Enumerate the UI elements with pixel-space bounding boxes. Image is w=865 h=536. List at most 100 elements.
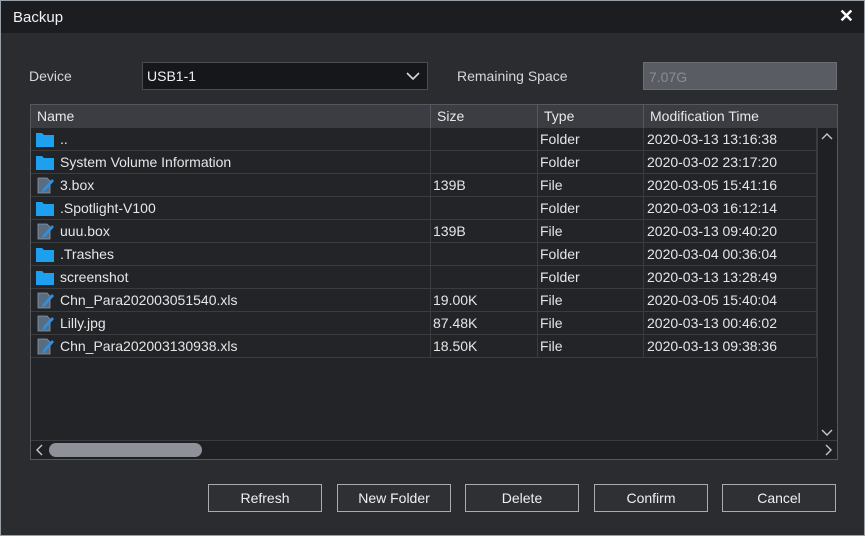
file-name: .Spotlight-V100 (60, 200, 156, 216)
table-row[interactable]: Chn_Para202003130938.xls 18.50K File 2020-0… (31, 335, 817, 358)
cell-modification-time: 2020-03-03 16:12:14 (644, 197, 817, 219)
scroll-right-icon[interactable] (824, 444, 834, 456)
column-header-type[interactable]: Type (538, 105, 644, 128)
remaining-space-field: 7.07G (643, 62, 837, 90)
file-icon (35, 315, 60, 332)
table-row[interactable]: Chn_Para202003051540.xls 19.00K File 2020-0… (31, 289, 817, 312)
table-row[interactable]: .Spotlight-V100 Folder 2020-03-03 16:12:14 (31, 197, 817, 220)
device-select[interactable]: USB1-1 (142, 62, 428, 90)
backup-dialog: Backup ✕ Device USB1-1 Remaining Space 7… (0, 0, 865, 536)
scroll-down-icon[interactable] (821, 428, 833, 438)
cell-type: Folder (538, 151, 644, 173)
cell-type: File (538, 335, 644, 357)
cancel-button[interactable]: Cancel (722, 484, 836, 512)
cell-name: Chn_Para202003130938.xls (31, 335, 431, 357)
table-row[interactable]: .. Folder 2020-03-13 13:16:38 (31, 128, 817, 151)
file-name: uuu.box (60, 223, 110, 239)
table-header: Name Size Type Modification Time (31, 105, 837, 128)
cell-size: 139B (431, 174, 538, 196)
cell-type: Folder (538, 243, 644, 265)
cell-modification-time: 2020-03-02 23:17:20 (644, 151, 817, 173)
cell-size (431, 197, 538, 219)
cell-size (431, 266, 538, 288)
folder-icon (35, 246, 60, 263)
cell-name: uuu.box (31, 220, 431, 242)
cell-modification-time: 2020-03-13 13:16:38 (644, 128, 817, 150)
scroll-up-icon[interactable] (821, 131, 833, 141)
refresh-button[interactable]: Refresh (208, 484, 322, 512)
cell-name: .Trashes (31, 243, 431, 265)
cell-name: System Volume Information (31, 151, 431, 173)
cell-type: File (538, 220, 644, 242)
cell-name: .Spotlight-V100 (31, 197, 431, 219)
cell-type: Folder (538, 128, 644, 150)
table-row[interactable]: Lilly.jpg 87.48K File 2020-03-13 00:46:02 (31, 312, 817, 335)
cell-type: Folder (538, 197, 644, 219)
table-row[interactable]: .Trashes Folder 2020-03-04 00:36:04 (31, 243, 817, 266)
cell-modification-time: 2020-03-13 09:38:36 (644, 335, 817, 357)
table-body: .. Folder 2020-03-13 13:16:38 System Volume… (31, 128, 817, 358)
cell-modification-time: 2020-03-05 15:41:16 (644, 174, 817, 196)
file-name: 3.box (60, 177, 95, 193)
cell-size: 139B (431, 220, 538, 242)
column-header-modification-time[interactable]: Modification Time (644, 105, 837, 128)
cell-size (431, 243, 538, 265)
cell-size: 87.48K (431, 312, 538, 334)
cell-name: Chn_Para202003051540.xls (31, 289, 431, 311)
folder-icon (35, 131, 60, 148)
file-name: .. (60, 131, 68, 147)
file-icon (35, 223, 60, 240)
table-row[interactable]: uuu.box 139B File 2020-03-13 09:40:20 (31, 220, 817, 243)
file-name: Chn_Para202003051540.xls (60, 292, 238, 308)
folder-icon (35, 269, 60, 286)
folder-icon (35, 154, 60, 171)
folder-icon (35, 200, 60, 217)
file-name: .Trashes (60, 246, 114, 262)
cell-size (431, 128, 538, 150)
chevron-down-icon (406, 72, 420, 81)
cell-size: 18.50K (431, 335, 538, 357)
file-name: Lilly.jpg (60, 315, 106, 331)
column-header-name[interactable]: Name (31, 105, 431, 128)
new-folder-button[interactable]: New Folder (337, 484, 451, 512)
cell-modification-time: 2020-03-13 09:40:20 (644, 220, 817, 242)
file-table: Name Size Type Modification Time .. Folde… (30, 104, 838, 460)
delete-button[interactable]: Delete (465, 484, 579, 512)
cell-name: screenshot (31, 266, 431, 288)
confirm-button[interactable]: Confirm (594, 484, 708, 512)
cell-type: Folder (538, 266, 644, 288)
cell-modification-time: 2020-03-13 13:28:49 (644, 266, 817, 288)
column-header-size[interactable]: Size (431, 105, 538, 128)
horizontal-scroll-thumb[interactable] (49, 443, 202, 457)
cell-type: File (538, 312, 644, 334)
device-select-value: USB1-1 (147, 68, 197, 84)
file-name: Chn_Para202003130938.xls (60, 338, 238, 354)
device-label: Device (29, 68, 72, 84)
cell-name: Lilly.jpg (31, 312, 431, 334)
cell-name: .. (31, 128, 431, 150)
table-row[interactable]: screenshot Folder 2020-03-13 13:28:49 (31, 266, 817, 289)
remaining-space-value: 7.07G (649, 69, 688, 85)
table-row[interactable]: System Volume Information Folder 2020-03-0… (31, 151, 817, 174)
close-icon[interactable]: ✕ (839, 6, 854, 27)
cell-name: 3.box (31, 174, 431, 196)
scroll-left-icon[interactable] (34, 444, 44, 456)
vertical-scrollbar[interactable] (817, 128, 837, 441)
cell-size: 19.00K (431, 289, 538, 311)
remaining-space-label: Remaining Space (457, 68, 568, 84)
cell-modification-time: 2020-03-05 15:40:04 (644, 289, 817, 311)
file-icon (35, 292, 60, 309)
dialog-title: Backup (13, 9, 64, 26)
cell-modification-time: 2020-03-04 00:36:04 (644, 243, 817, 265)
file-icon (35, 177, 60, 194)
cell-size (431, 151, 538, 173)
cell-type: File (538, 289, 644, 311)
horizontal-scrollbar[interactable] (31, 440, 837, 459)
cell-modification-time: 2020-03-13 00:46:02 (644, 312, 817, 334)
file-name: System Volume Information (60, 154, 232, 170)
table-row[interactable]: 3.box 139B File 2020-03-05 15:41:16 (31, 174, 817, 197)
cell-type: File (538, 174, 644, 196)
title-bar: Backup ✕ (1, 1, 864, 33)
file-icon (35, 338, 60, 355)
file-name: screenshot (60, 269, 129, 285)
